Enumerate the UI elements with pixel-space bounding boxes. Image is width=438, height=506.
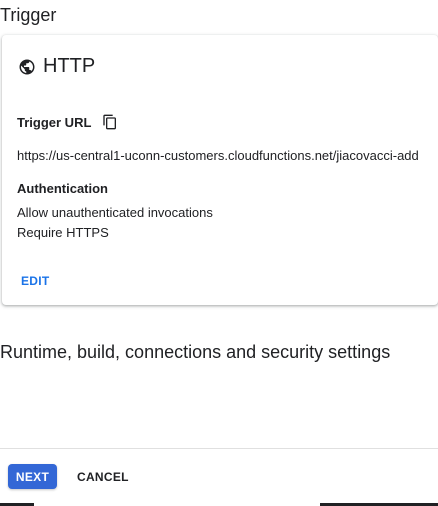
runtime-settings-expander[interactable]: Runtime, build, connections and security… xyxy=(0,342,390,363)
auth-setting-https: Require HTTPS xyxy=(17,225,109,240)
trigger-url-label: Trigger URL xyxy=(17,115,92,130)
globe-icon xyxy=(18,58,36,76)
copy-icon[interactable] xyxy=(102,114,118,130)
trigger-type-label: HTTP xyxy=(43,55,96,77)
footer-divider xyxy=(0,448,438,449)
auth-setting-unauthenticated: Allow unauthenticated invocations xyxy=(17,205,213,220)
trigger-url-value: https://us-central1-uconn-customers.clou… xyxy=(17,148,419,163)
trigger-type-row: HTTP xyxy=(18,55,95,78)
cancel-button[interactable]: CANCEL xyxy=(72,464,134,489)
trigger-card: HTTP Trigger URL https://us-central1-uco… xyxy=(2,35,438,305)
authentication-label: Authentication xyxy=(17,181,108,196)
trigger-section-title: Trigger xyxy=(0,5,57,25)
edit-button[interactable]: EDIT xyxy=(13,270,58,292)
next-button[interactable]: NEXT xyxy=(8,464,57,489)
